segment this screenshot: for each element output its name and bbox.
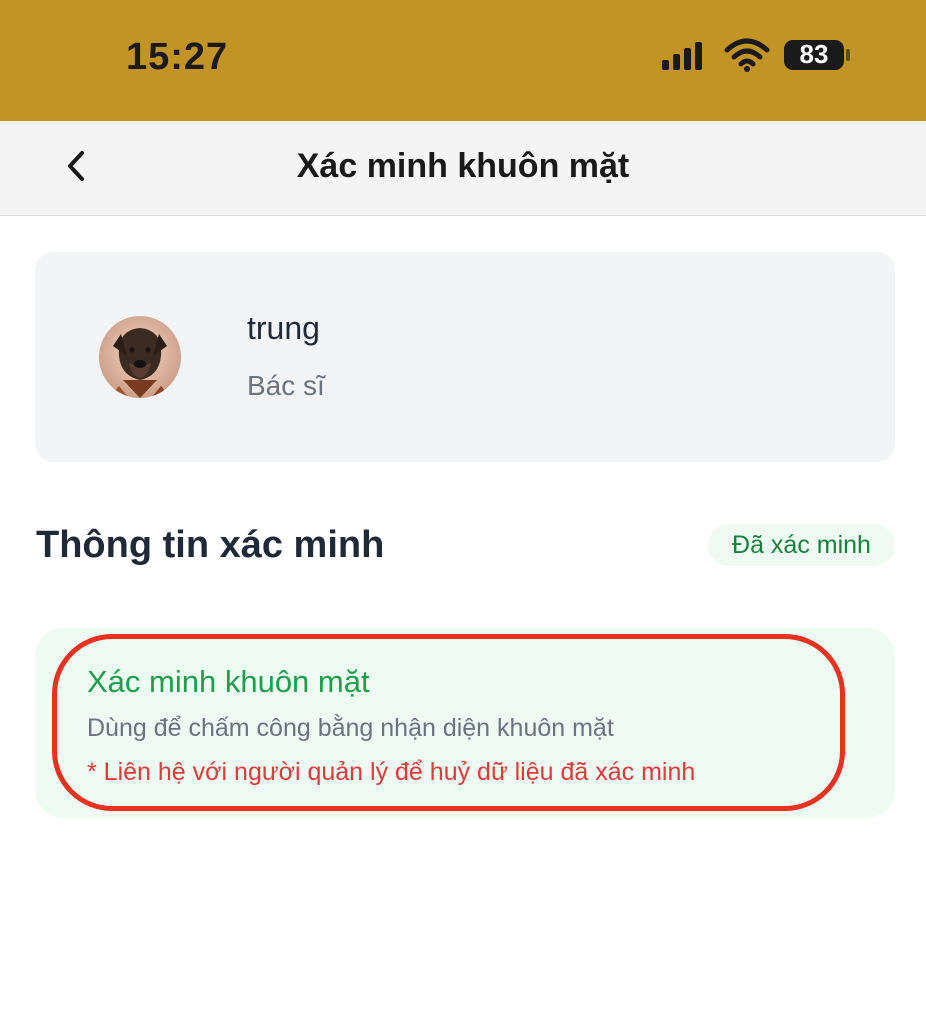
- status-badge: Đã xác minh: [708, 524, 895, 566]
- status-bar: 15:27 83: [0, 0, 926, 121]
- profile-name: trung: [247, 310, 320, 346]
- face-card-title: Xác minh khuôn mặt: [87, 664, 370, 699]
- section-title: Thông tin xác minh: [36, 524, 385, 566]
- page-title: Xác minh khuôn mặt: [296, 147, 630, 185]
- profile-card: trung Bác sĩ: [35, 252, 895, 462]
- profile-role: Bác sĩ: [247, 370, 325, 401]
- face-card-note: * Liên hệ với người quản lý để huỷ dữ li…: [87, 758, 696, 786]
- battery-percentage: 83: [799, 39, 829, 69]
- avatar[interactable]: [99, 316, 181, 398]
- face-card-description: Dùng để chấm công bằng nhận diện khuôn m…: [87, 714, 614, 742]
- nav-bar: Xác minh khuôn mặt: [0, 121, 926, 216]
- signal-icon: [662, 42, 702, 70]
- status-time: 15:27: [126, 36, 229, 78]
- wifi-icon: [724, 38, 770, 72]
- face-verification-card[interactable]: Xác minh khuôn mặt Dùng để chấm công bằn…: [35, 628, 895, 818]
